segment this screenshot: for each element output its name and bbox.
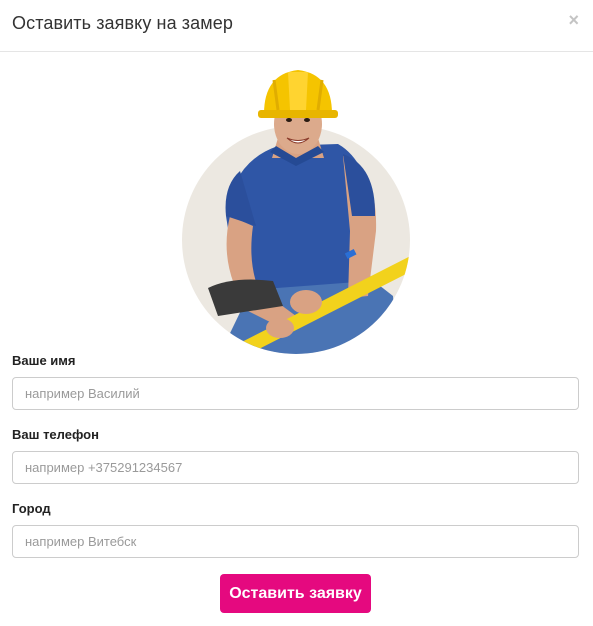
- name-input[interactable]: [12, 377, 579, 410]
- measurement-request-modal: Оставить заявку на замер × Ваше имя напр…: [0, 0, 593, 626]
- city-input[interactable]: [12, 525, 579, 558]
- worker-illustration: [182, 70, 410, 354]
- name-field-label: Ваше имя: [12, 353, 76, 368]
- modal-title: Оставить заявку на замер: [12, 13, 233, 33]
- modal-header: Оставить заявку на замер ×: [0, 0, 593, 52]
- hard-hat-icon: [258, 70, 338, 118]
- phone-field-label: Ваш телефон: [12, 427, 99, 442]
- phone-input[interactable]: [12, 451, 579, 484]
- submit-request-button[interactable]: Оставить заявку: [220, 574, 371, 613]
- city-field-label: Город: [12, 501, 51, 516]
- close-icon[interactable]: ×: [568, 10, 579, 30]
